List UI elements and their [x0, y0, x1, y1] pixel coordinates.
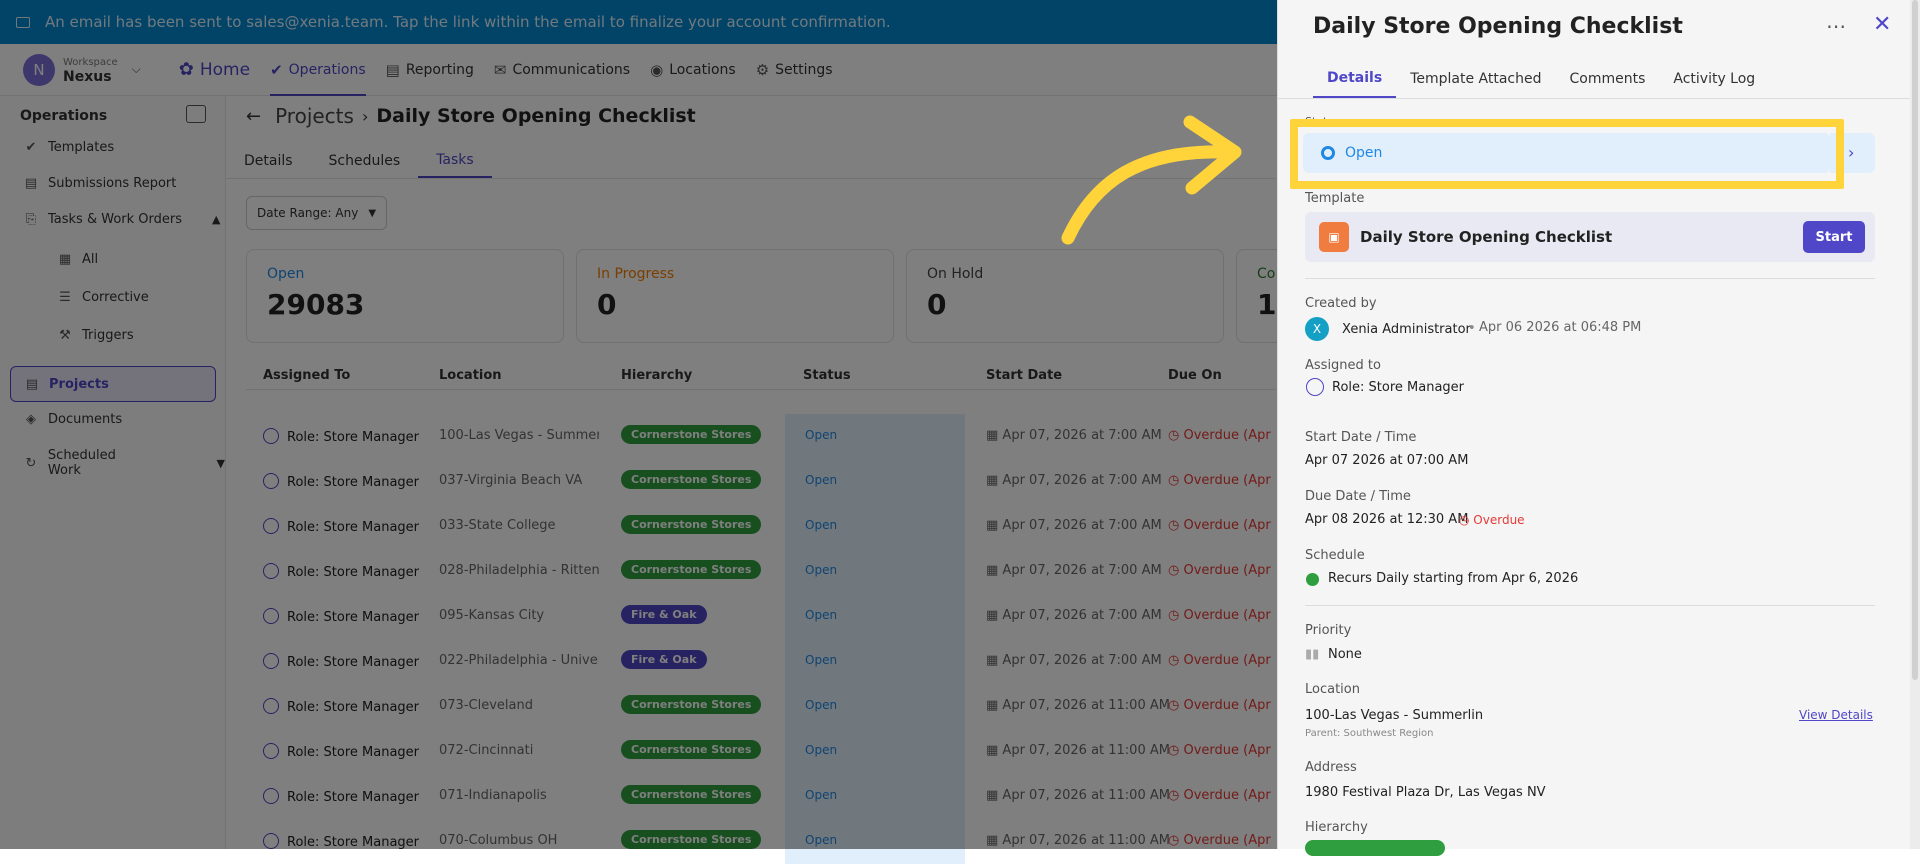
highlight-box: [1290, 119, 1844, 189]
address-label: Address: [1305, 760, 1357, 775]
priority-label: Priority: [1305, 623, 1352, 638]
schedule-label: Schedule: [1305, 548, 1365, 563]
start-button[interactable]: Start: [1803, 221, 1865, 253]
assignee: Role: Store Manager: [1332, 380, 1464, 395]
panel-tab-details[interactable]: Details: [1313, 60, 1397, 98]
panel-scrollbar[interactable]: [1910, 0, 1920, 849]
template-card[interactable]: ▣ Daily Store Opening Checklist Start: [1305, 212, 1875, 262]
location-value: 100-Las Vegas - Summerlin: [1305, 708, 1484, 723]
divider: [1305, 605, 1875, 606]
recurring-icon: [1306, 573, 1319, 586]
start-date-value: Apr 07 2026 at 07:00 AM: [1305, 453, 1469, 468]
assigned-label: Assigned to: [1305, 358, 1381, 373]
panel-tab-comments[interactable]: Comments: [1555, 60, 1659, 98]
template-name: Daily Store Opening Checklist: [1360, 228, 1613, 246]
panel-tabs: Details Template Attached Comments Activ…: [1313, 60, 1769, 98]
hierarchy-label: Hierarchy: [1305, 820, 1368, 835]
created-by-label: Created by: [1305, 296, 1377, 311]
more-options-icon[interactable]: ⋯: [1826, 14, 1846, 38]
due-date-label: Due Date / Time: [1305, 489, 1411, 504]
priority-bars-icon: ▮▮: [1305, 647, 1320, 662]
bullet-separator: •: [1468, 321, 1476, 336]
location-label: Location: [1305, 682, 1360, 697]
close-icon[interactable]: ✕: [1873, 12, 1891, 37]
role-icon: [1306, 378, 1324, 396]
divider: [1305, 278, 1875, 279]
overdue-text: Overdue: [1473, 513, 1525, 527]
address-value: 1980 Festival Plaza Dr, Las Vegas NV: [1305, 785, 1546, 800]
overdue-badge: ◷ Overdue: [1459, 513, 1525, 527]
schedule-value: Recurs Daily starting from Apr 6, 2026: [1328, 571, 1579, 586]
priority-value: None: [1328, 647, 1362, 662]
creator-name: Xenia Administrator: [1342, 322, 1471, 337]
callout-arrow-icon: [1061, 115, 1242, 245]
divider: [1278, 98, 1910, 99]
panel-tab-activity-log[interactable]: Activity Log: [1659, 60, 1769, 98]
chevron-right-icon: ›: [1848, 143, 1855, 162]
clock-icon: ◷: [1459, 513, 1474, 527]
scrollbar-thumb[interactable]: [1912, 0, 1918, 680]
due-date-value: Apr 08 2026 at 12:30 AM: [1305, 512, 1469, 527]
start-date-label: Start Date / Time: [1305, 430, 1417, 445]
location-parent: Parent: Southwest Region: [1305, 728, 1434, 739]
created-at: Apr 06 2026 at 06:48 PM: [1479, 320, 1642, 335]
panel-title: Daily Store Opening Checklist: [1313, 14, 1683, 39]
template-box-icon: ▣: [1319, 222, 1349, 252]
panel-tab-template-attached[interactable]: Template Attached: [1396, 60, 1555, 98]
template-label: Template: [1305, 191, 1365, 206]
creator-avatar: X: [1305, 317, 1329, 341]
hierarchy-badge: [1305, 840, 1445, 856]
view-details-link[interactable]: View Details: [1799, 708, 1873, 722]
